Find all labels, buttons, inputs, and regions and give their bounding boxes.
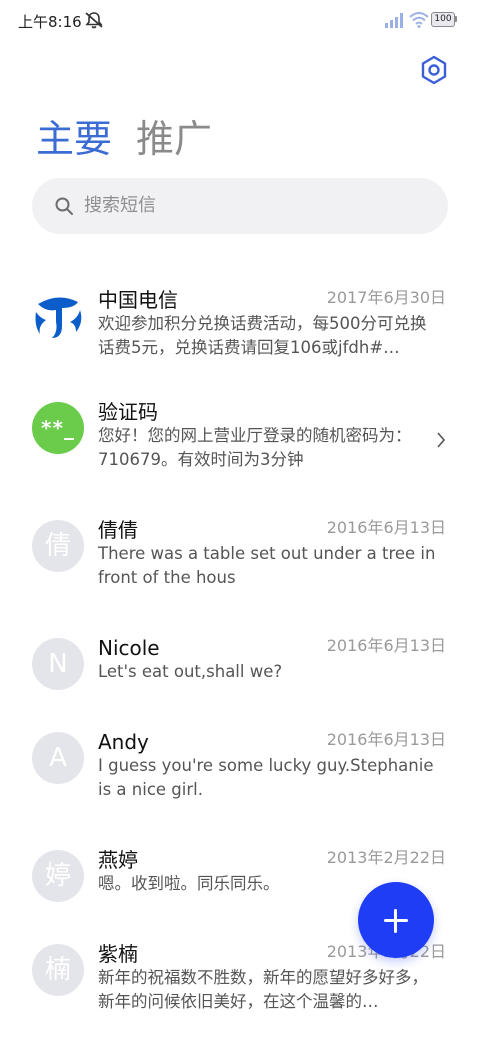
search-bar[interactable]: 搜索短信 xyxy=(32,178,448,234)
conversation-name: 中国电信 xyxy=(98,288,178,312)
avatar: 倩 xyxy=(32,520,84,572)
conversation-name: 紫楠 xyxy=(98,942,138,966)
chevron-right-icon[interactable] xyxy=(436,432,446,448)
conversation-row-zinan[interactable]: 楠 紫楠 2013年2月22日 新年的祝福数不胜数，新年的愿望好多好多，新年的问… xyxy=(0,942,480,1044)
conversation-preview: 新年的祝福数不胜数，新年的愿望好多好多，新年的问候依旧美好，在这个温馨的… xyxy=(98,968,428,1011)
conversation-date: 2016年6月13日 xyxy=(326,636,446,655)
conversation-name: Andy xyxy=(98,730,149,754)
china-telecom-logo-icon xyxy=(32,290,84,342)
conversation-name: 倩倩 xyxy=(98,518,138,542)
conversation-row-china-telecom[interactable]: 中国电信 2017年6月30日 欢迎参加积分兑换话费活动，每500分可兑换话费5… xyxy=(0,288,480,390)
verification-code-avatar: **_ xyxy=(32,402,84,454)
conversation-preview: 您好！您的网上营业厅登录的随机密码为：710679。有效时间为3分钟 xyxy=(98,426,412,469)
conversation-name: Nicole xyxy=(98,636,160,660)
conversation-date: 2016年6月13日 xyxy=(326,730,446,749)
signal-icon xyxy=(385,13,403,28)
conversation-date: 2016年6月13日 xyxy=(326,518,446,537)
avatar: 楠 xyxy=(32,944,84,996)
plus-icon-vertical xyxy=(394,909,397,933)
status-time: 上午8:16 xyxy=(18,13,82,31)
tab-promotions[interactable]: 推广 xyxy=(136,112,212,166)
conversation-row-verification-code[interactable]: **_ 验证码 您好！您的网上营业厅登录的随机密码为：710679。有效时间为3… xyxy=(0,400,480,502)
wifi-icon xyxy=(409,12,429,28)
conversation-name: 燕婷 xyxy=(98,848,138,872)
conversation-preview: There was a table set out under a tree i… xyxy=(98,544,436,587)
conversation-preview: 欢迎参加积分兑换话费活动，每500分可兑换话费5元，兑换话费请回复106或jfd… xyxy=(98,314,427,357)
battery-level: 100 xyxy=(434,14,452,24)
status-bar: 上午8:16 100 xyxy=(0,0,480,40)
new-message-button[interactable] xyxy=(358,882,434,958)
conversation-row-qianqian[interactable]: 倩 倩倩 2016年6月13日 There was a table set ou… xyxy=(0,518,480,620)
conversation-row-nicole[interactable]: N Nicole 2016年6月13日 Let's eat out,shall … xyxy=(0,636,480,738)
avatar: 婷 xyxy=(32,850,84,902)
search-placeholder: 搜索短信 xyxy=(84,195,156,216)
conversation-row-andy[interactable]: A Andy 2016年6月13日 I guess you're some lu… xyxy=(0,730,480,832)
settings-icon[interactable] xyxy=(418,54,450,86)
avatar: N xyxy=(32,638,84,690)
conversation-date: 2017年6月30日 xyxy=(326,288,446,307)
avatar: A xyxy=(32,732,84,784)
conversation-preview: I guess you're some lucky guy.Stephanie … xyxy=(98,756,434,799)
mute-icon xyxy=(85,12,103,29)
china-telecom-logo-mark xyxy=(35,297,82,338)
battery-icon: 100 xyxy=(431,12,457,27)
battery-tip xyxy=(455,16,457,22)
conversation-date: 2013年2月22日 xyxy=(326,848,446,867)
conversation-preview: Let's eat out,shall we? xyxy=(98,662,283,681)
search-icon xyxy=(55,197,73,215)
tab-main[interactable]: 主要 xyxy=(36,112,112,166)
conversation-name: 验证码 xyxy=(98,400,158,424)
